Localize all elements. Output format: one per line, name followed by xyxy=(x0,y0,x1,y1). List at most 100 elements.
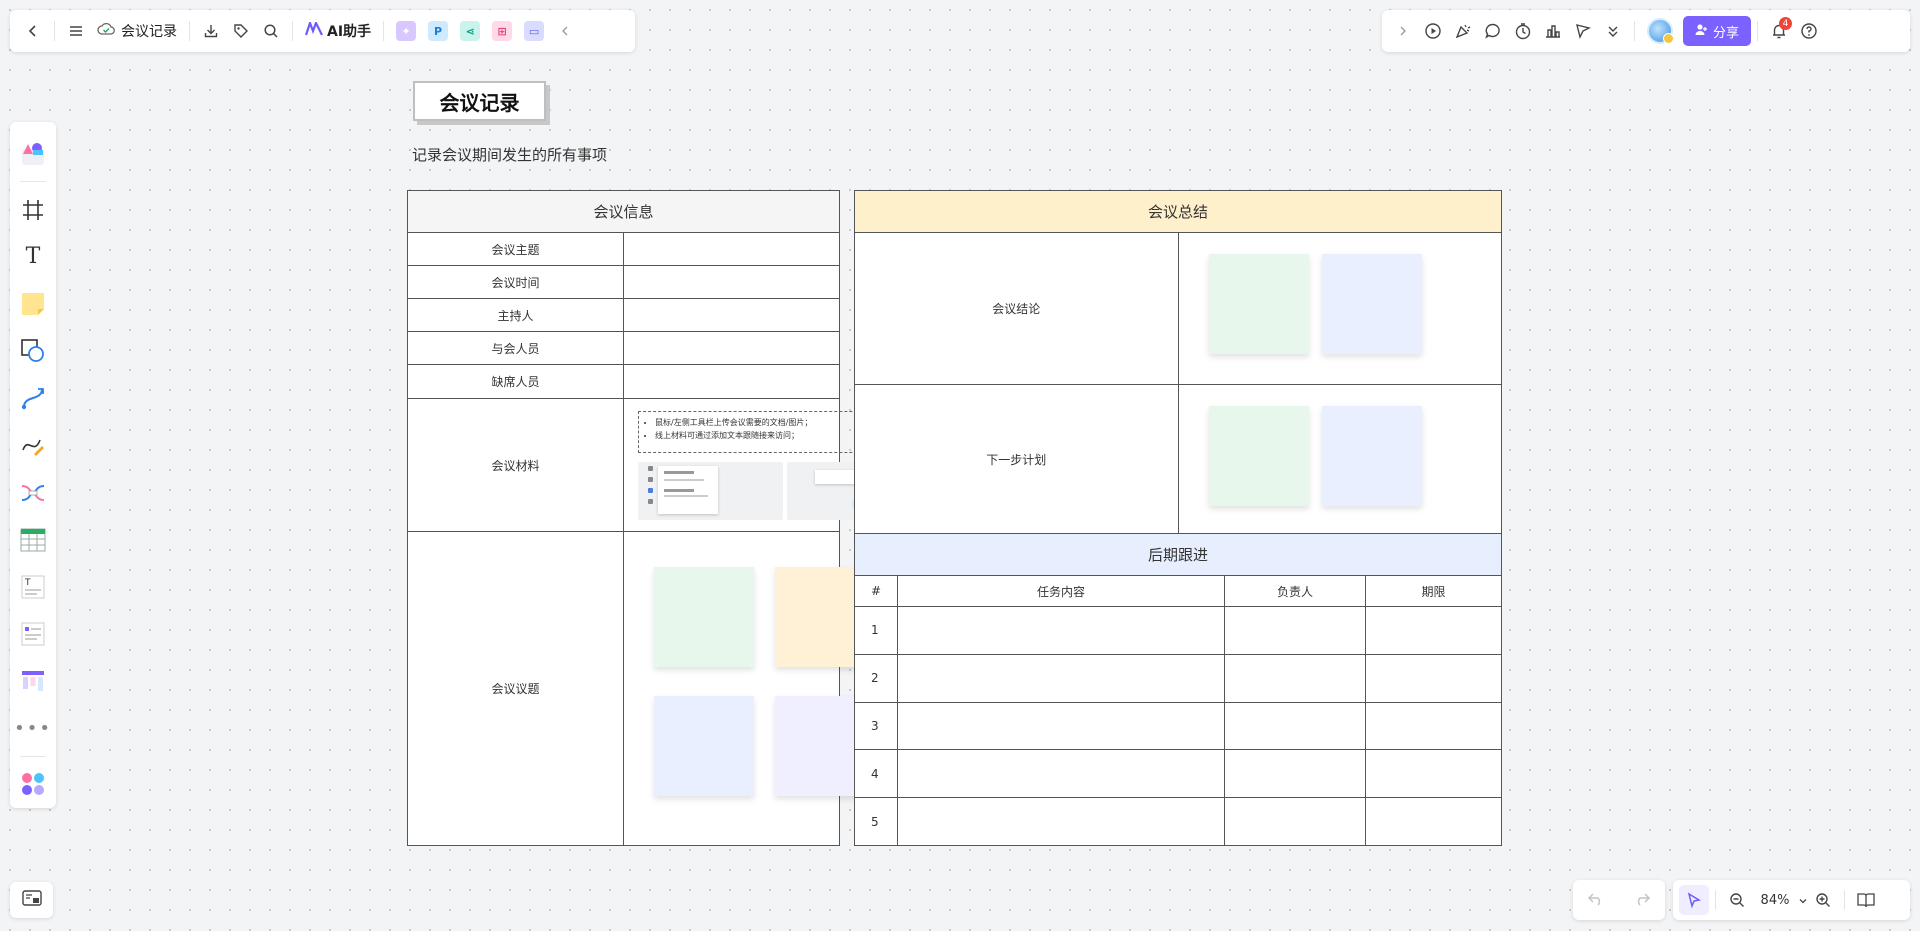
materials-screenshot-upload[interactable] xyxy=(638,462,783,520)
task-cell[interactable] xyxy=(897,749,1225,799)
task-cell[interactable] xyxy=(897,606,1225,655)
expand-chevron-icon[interactable] xyxy=(1388,16,1418,46)
template-icon[interactable] xyxy=(15,134,51,173)
owner-cell[interactable] xyxy=(1224,653,1366,703)
sticky-note[interactable] xyxy=(1321,406,1422,506)
table-icon[interactable] xyxy=(15,520,51,559)
celebrate-icon[interactable] xyxy=(1448,16,1478,46)
zoom-level[interactable]: 84% xyxy=(1752,893,1798,908)
search-icon[interactable] xyxy=(256,16,286,46)
divider xyxy=(54,21,55,41)
more-down-icon[interactable] xyxy=(1598,16,1628,46)
divider xyxy=(20,181,46,183)
page-subtitle[interactable]: 记录会议期间发生的所有事项 xyxy=(412,144,607,165)
more-icon[interactable]: ••• xyxy=(14,709,51,748)
text-icon[interactable]: T xyxy=(15,237,51,276)
owner-cell[interactable] xyxy=(1224,606,1366,655)
topic-cell[interactable] xyxy=(623,232,840,266)
ppt-icon[interactable]: P xyxy=(428,21,449,41)
owner-cell[interactable] xyxy=(1224,797,1366,846)
attendees-cell[interactable] xyxy=(623,331,840,365)
notification-badge: 4 xyxy=(1779,17,1793,30)
pen-icon[interactable] xyxy=(15,426,51,465)
deadline-cell[interactable] xyxy=(1365,797,1502,846)
chat-app-icon[interactable]: ▭ xyxy=(524,21,545,41)
task-cell[interactable] xyxy=(897,701,1225,751)
deadline-cell[interactable] xyxy=(1365,701,1502,751)
shape-icon[interactable] xyxy=(15,332,51,371)
mindmap-icon[interactable] xyxy=(15,473,51,512)
row-label-absentees: 缺席人员 xyxy=(407,364,624,399)
redo-icon[interactable] xyxy=(1633,890,1651,911)
flowchart-app-icon[interactable]: ⊞ xyxy=(492,21,513,41)
guide-book-icon[interactable] xyxy=(1851,885,1881,915)
share-button[interactable]: 分享 xyxy=(1683,16,1752,46)
select-tool-icon[interactable] xyxy=(1679,885,1709,915)
ai-assistant-button[interactable]: AI助手 xyxy=(299,19,377,41)
sticky-note[interactable] xyxy=(1208,406,1309,506)
owner-cell[interactable] xyxy=(1224,701,1366,751)
time-cell[interactable] xyxy=(623,265,840,299)
meeting-info-table[interactable]: 会议信息 会议主题 会议时间 主持人 与会人员 缺席人员 会议材料 鼠标/左侧工… xyxy=(407,190,953,846)
sticky-note-icon[interactable] xyxy=(15,284,51,323)
notification-bell-icon[interactable]: 4 xyxy=(1764,16,1794,46)
task-cell[interactable] xyxy=(897,797,1225,846)
follow-up-table[interactable]: 后期跟进 # 任务内容 负责人 期限 1 2 3 4 5 xyxy=(854,533,1502,846)
follow-up-header[interactable]: 后期跟进 xyxy=(854,533,1502,576)
agenda-cell[interactable] xyxy=(623,531,875,846)
page-title[interactable]: 会议记录 xyxy=(413,81,546,121)
connector-icon[interactable] xyxy=(15,379,51,418)
divider xyxy=(1634,21,1635,41)
list-card-icon[interactable] xyxy=(15,614,51,653)
task-cell[interactable] xyxy=(897,653,1225,703)
divider xyxy=(292,21,293,41)
comment-icon[interactable] xyxy=(1478,16,1508,46)
frame-icon[interactable] xyxy=(15,190,51,229)
mindmap-app-icon[interactable]: ⋖ xyxy=(460,21,481,41)
menu-icon[interactable] xyxy=(61,16,91,46)
deadline-cell[interactable] xyxy=(1365,653,1502,703)
ai-image-icon[interactable]: ✦ xyxy=(396,21,417,41)
deadline-cell[interactable] xyxy=(1365,606,1502,655)
row-number: 4 xyxy=(854,749,898,799)
meeting-summary-table[interactable]: 会议总结 会议结论 下一步计划 xyxy=(854,190,1502,534)
sticky-note[interactable] xyxy=(654,567,754,667)
table-row: 5 xyxy=(854,797,1502,846)
doc-title[interactable]: 会议记录 xyxy=(91,21,183,41)
sticky-note[interactable] xyxy=(1208,254,1309,354)
timer-icon[interactable] xyxy=(1508,16,1538,46)
kanban-icon[interactable] xyxy=(15,662,51,701)
host-cell[interactable] xyxy=(623,298,840,332)
materials-cell[interactable]: 鼠标/左侧工具栏上传会议需要的文档/图片； 线上材料可通过添加文本跟随接来访问； xyxy=(623,398,953,532)
help-icon[interactable] xyxy=(1794,16,1824,46)
deadline-cell[interactable] xyxy=(1365,749,1502,799)
download-icon[interactable] xyxy=(196,16,226,46)
undo-icon[interactable] xyxy=(1587,890,1605,911)
tag-icon[interactable] xyxy=(226,16,256,46)
sticky-note[interactable] xyxy=(654,696,754,796)
apps-icon[interactable] xyxy=(15,765,51,804)
conclusion-cell[interactable] xyxy=(1177,232,1502,385)
meeting-info-header[interactable]: 会议信息 xyxy=(407,190,840,233)
cloud-saved-icon xyxy=(97,22,115,40)
avatar[interactable] xyxy=(1647,18,1674,44)
next-plan-cell[interactable] xyxy=(1177,384,1502,534)
text-card-icon[interactable]: T xyxy=(15,567,51,606)
absentees-cell[interactable] xyxy=(623,364,840,399)
zoom-dropdown-icon[interactable] xyxy=(1798,891,1808,910)
back-icon[interactable] xyxy=(18,16,48,46)
present-icon[interactable] xyxy=(1418,16,1448,46)
row-label-attendees: 与会人员 xyxy=(407,331,624,365)
sticky-note[interactable] xyxy=(1321,254,1422,354)
column-header-deadline: 期限 xyxy=(1365,575,1502,607)
collapse-chevron-icon[interactable] xyxy=(550,16,580,46)
zoom-out-icon[interactable] xyxy=(1722,885,1752,915)
minimap-button[interactable] xyxy=(10,882,53,918)
zoom-in-icon[interactable] xyxy=(1808,885,1838,915)
vote-icon[interactable] xyxy=(1538,16,1568,46)
owner-cell[interactable] xyxy=(1224,749,1366,799)
left-toolbar: T T ••• xyxy=(10,122,56,808)
summary-header[interactable]: 会议总结 xyxy=(854,190,1502,233)
divider xyxy=(1844,890,1845,910)
laser-pointer-icon[interactable] xyxy=(1568,16,1598,46)
